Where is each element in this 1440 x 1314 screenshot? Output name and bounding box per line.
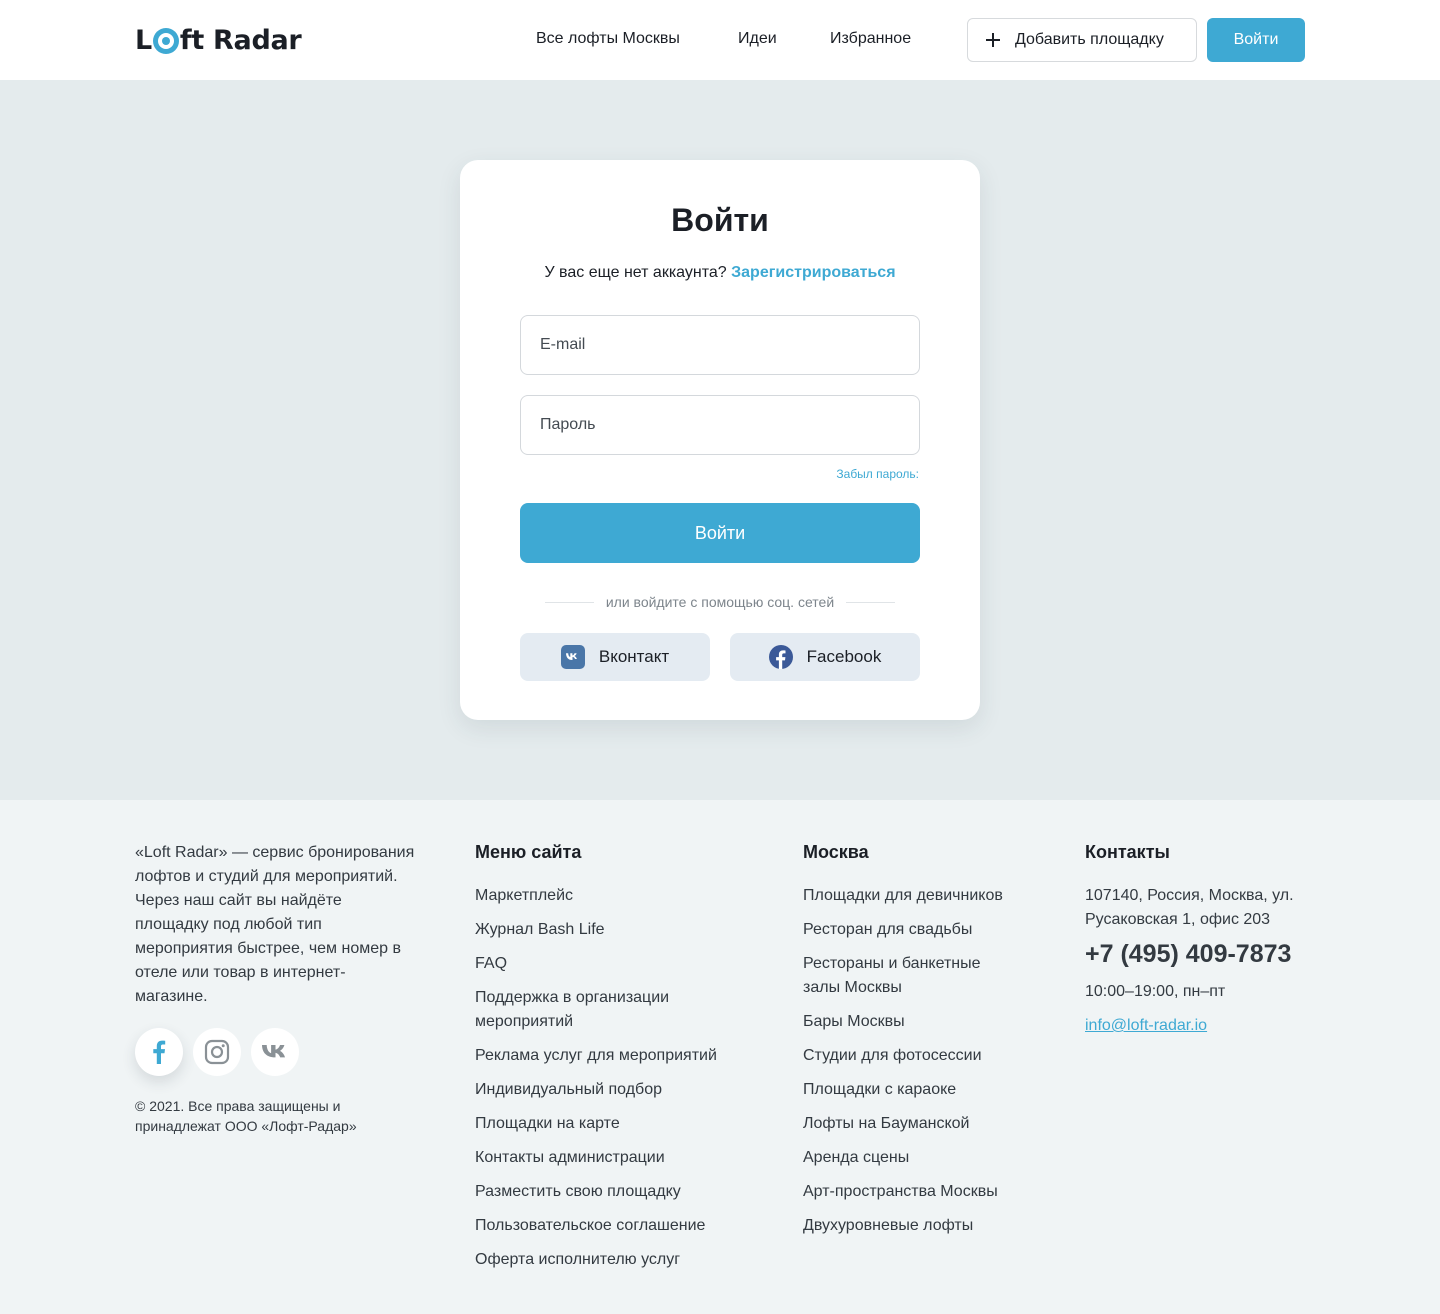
vk-link[interactable] [251, 1028, 299, 1076]
footer-link[interactable]: Бары Москвы [803, 1010, 1043, 1034]
nav-favorites[interactable]: Избранное [830, 30, 911, 48]
footer-link[interactable]: Оферта исполнителю услуг [475, 1248, 775, 1272]
login-card: Войти У вас еще нет аккаунта? Зарегистри… [460, 160, 980, 720]
copyright-text: © 2021. Все права защищены и принадлежат… [135, 1098, 357, 1134]
facebook-login-label: Facebook [806, 647, 882, 666]
footer-contacts-title: Контакты [1085, 842, 1170, 862]
add-venue-label: Добавить площадку [1015, 31, 1164, 48]
instagram-icon [204, 1039, 230, 1065]
header-login-button[interactable]: Войти [1207, 18, 1305, 62]
forgot-password-link[interactable]: Забыл пароль: [836, 467, 919, 481]
social-divider: или войдите с помощью соц. сетей [545, 594, 895, 610]
register-link[interactable]: Зарегистрироваться [731, 264, 895, 281]
site-header: Lft Radar Все лофты Москвы Идеи Избранно… [0, 0, 1440, 80]
facebook-login-button[interactable]: Facebook [730, 633, 920, 681]
facebook-icon [153, 1040, 166, 1064]
plus-icon [986, 33, 1000, 47]
vk-icon [262, 1045, 285, 1058]
nav-ideas[interactable]: Идеи [738, 30, 777, 48]
social-divider-text: или войдите с помощью соц. сетей [605, 594, 835, 610]
footer-menu-column: Меню сайта Маркетплейс Журнал Bash Life … [475, 842, 775, 1282]
divider-line [846, 601, 895, 603]
working-hours: 10:00–19:00, пн–пт [1085, 983, 1226, 1000]
radar-logo-icon [152, 28, 179, 54]
footer-menu-title: Меню сайта [475, 842, 582, 862]
footer-contacts-column: Контакты 107140, Россия, Москва, ул. Рус… [1085, 842, 1325, 1035]
footer-moscow-title: Москва [803, 842, 869, 862]
phone-number[interactable]: +7 (495) 409-7873 [1085, 940, 1325, 969]
vk-login-button[interactable]: Вконтакт [520, 633, 710, 681]
footer-link[interactable]: Журнал Bash Life [475, 918, 775, 942]
social-links [135, 1028, 299, 1076]
footer-menu-list: Маркетплейс Журнал Bash Life FAQ Поддерж… [475, 884, 775, 1272]
vk-login-label: Вконтакт [598, 647, 670, 666]
logo[interactable]: Lft Radar [135, 22, 302, 58]
footer-link[interactable]: Площадки с караоке [803, 1078, 1043, 1102]
footer-link[interactable]: Ресторан для свадьбы [803, 918, 1043, 942]
logo-text-start: L [135, 24, 152, 56]
password-field[interactable] [520, 395, 920, 455]
facebook-icon [768, 645, 793, 669]
site-footer: «Loft Radar» — сервис бронирования лофто… [0, 800, 1440, 1314]
footer-link[interactable]: Арт-пространства Москвы [803, 1180, 1043, 1204]
email-link[interactable]: info@loft-radar.io [1085, 1017, 1325, 1035]
login-submit-button[interactable]: Войти [520, 503, 920, 563]
footer-link[interactable]: Площадки для девичников [803, 884, 1043, 908]
footer-moscow-list: Площадки для девичников Ресторан для сва… [803, 884, 1043, 1238]
footer-link[interactable]: Рестораны и банкетные залы Москвы [803, 952, 1003, 1000]
facebook-link[interactable] [135, 1028, 183, 1076]
nav-all-lofts[interactable]: Все лофты Москвы [536, 30, 680, 48]
footer-link[interactable]: Студии для фотосессии [803, 1044, 1043, 1068]
main-section: Войти У вас еще нет аккаунта? Зарегистри… [0, 80, 1440, 800]
footer-link[interactable]: Площадки на карте [475, 1112, 775, 1136]
register-prompt: У вас еще нет аккаунта? Зарегистрировать… [460, 264, 980, 282]
no-account-text: У вас еще нет аккаунта? [544, 264, 727, 281]
footer-link[interactable]: Двухуровневые лофты [803, 1214, 1043, 1238]
footer-link[interactable]: Поддержка в организации мероприятий [475, 986, 715, 1034]
footer-link[interactable]: Индивидуальный подбор [475, 1078, 775, 1102]
logo-text-end: ft Radar [179, 24, 302, 56]
add-venue-button[interactable]: Добавить площадку [967, 18, 1197, 62]
address-text: 107140, Россия, Москва, ул. Русаковская … [1085, 887, 1294, 928]
instagram-link[interactable] [193, 1028, 241, 1076]
footer-moscow-column: Москва Площадки для девичников Ресторан … [803, 842, 1043, 1248]
about-text: «Loft Radar» — сервис бронирования лофто… [135, 844, 415, 1005]
footer-link[interactable]: Контакты администрации [475, 1146, 775, 1170]
footer-link[interactable]: FAQ [475, 952, 775, 976]
email-field[interactable] [520, 315, 920, 375]
footer-link[interactable]: Реклама услуг для мероприятий [475, 1044, 775, 1068]
footer-link[interactable]: Пользовательское соглашение [475, 1214, 775, 1238]
footer-link[interactable]: Разместить свою площадку [475, 1180, 775, 1204]
divider-line [545, 601, 594, 603]
login-title: Войти [671, 202, 769, 238]
vk-icon [560, 645, 585, 669]
footer-link[interactable]: Лофты на Бауманской [803, 1112, 1043, 1136]
footer-link[interactable]: Маркетплейс [475, 884, 775, 908]
footer-link[interactable]: Аренда сцены [803, 1146, 1043, 1170]
